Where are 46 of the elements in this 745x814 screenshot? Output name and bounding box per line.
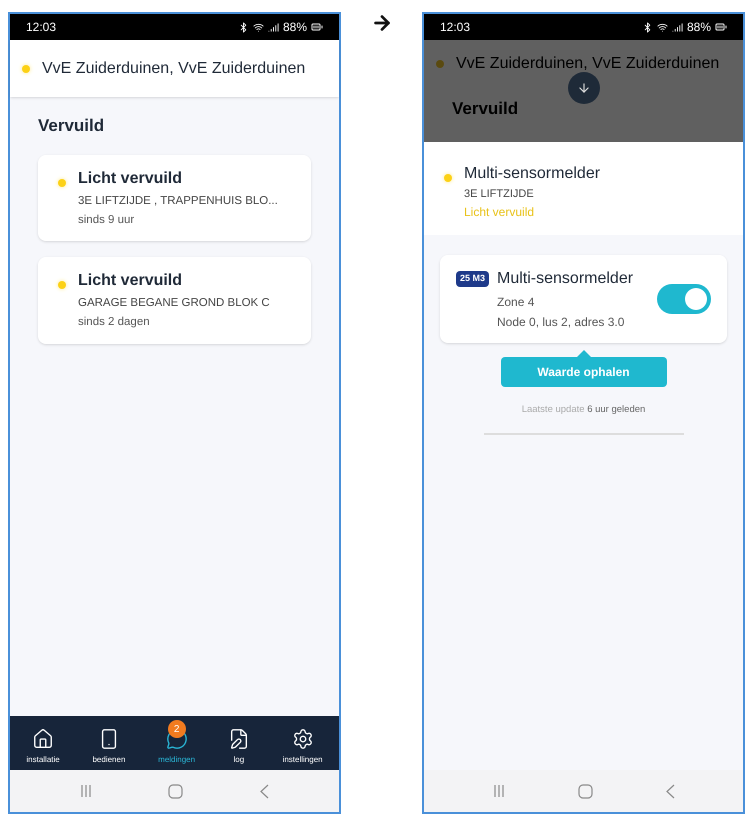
home-icon[interactable] <box>578 784 592 798</box>
scroll-down-button[interactable] <box>568 72 600 104</box>
alert-title: Licht vervuild <box>78 168 184 188</box>
alert-location: 3E LIFTZIJDE , TRAPPENHUIS BLO... <box>78 194 278 208</box>
header-title: VvE Zuiderduinen, VvE Zuiderduinen <box>42 58 306 78</box>
alert-time: sinds 2 dagen <box>78 315 151 330</box>
wifi-icon <box>656 22 668 32</box>
recent-apps-icon[interactable] <box>492 784 504 798</box>
status-time: 12:03 <box>26 19 56 36</box>
alert-card[interactable]: Licht vervuild GARAGE BEGANE GROND BLOK C sinds 2 dagen <box>38 257 311 344</box>
battery-icon <box>311 21 323 33</box>
header-title: VvE Zuiderduinen, VvE Zuiderduinen <box>456 54 720 74</box>
back-icon[interactable] <box>666 784 674 798</box>
nav-tab[interactable]: installatie <box>26 720 60 766</box>
nav-tab[interactable]: 2 meldingen <box>158 720 196 766</box>
sheet-title: Multi-sensormelder <box>464 164 600 184</box>
nav-tab[interactable]: log <box>228 720 250 766</box>
device-address: Node 0, lus 2, adres 3.0 <box>497 314 626 331</box>
sheet-status: Licht vervuild <box>464 204 536 220</box>
home-icon[interactable] <box>168 784 184 798</box>
last-update-text: Laatste update 6 uur geleden <box>522 403 646 417</box>
settings-icon <box>292 728 314 750</box>
alert-card[interactable]: Licht vervuild 3E LIFTZIJDE , TRAPPENHUIS BLO... sinds 9 uur <box>38 154 311 241</box>
device-title: Multi-sensormelder <box>497 269 634 289</box>
bluetooth-icon <box>238 22 249 32</box>
wifi-icon <box>252 22 264 32</box>
section-title: Vervuild <box>451 98 520 120</box>
status-time: 12:03 <box>440 19 470 36</box>
alert-location: GARAGE BEGANE GROND BLOK C <box>78 296 270 311</box>
alert-title: Licht vervuild <box>78 271 184 291</box>
nav-tab[interactable]: instellingen <box>282 720 323 766</box>
notification-count: 2 <box>168 720 186 738</box>
battery-icon <box>715 21 727 33</box>
sheet-location: 3E LIFTZIJDE <box>464 187 535 202</box>
back-icon[interactable] <box>260 784 269 798</box>
section-title: Vervuild <box>38 115 106 137</box>
alert-time: sinds 9 uur <box>78 212 136 228</box>
recent-apps-icon[interactable] <box>80 784 92 798</box>
battery-level: 88% <box>686 19 711 36</box>
device-zone: Zone 4 <box>497 294 536 311</box>
battery-level: 88% <box>282 19 307 36</box>
home-icon <box>32 728 54 750</box>
device-toggle[interactable] <box>657 284 711 314</box>
nav-tab[interactable]: bedienen <box>92 720 126 766</box>
bluetooth-icon <box>642 22 653 32</box>
device-badge: 25 M3 <box>456 271 490 286</box>
